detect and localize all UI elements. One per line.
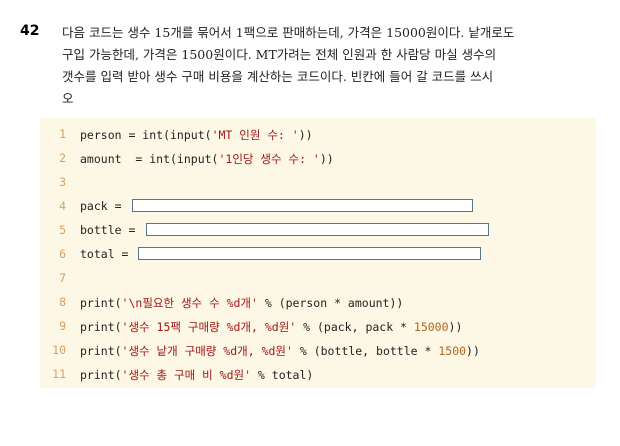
- line-number: 7: [59, 271, 66, 285]
- code-block: 1 person = int(input('MT 인원 수: ')) 2 amo…: [40, 118, 596, 388]
- code-text: pack =: [80, 199, 129, 213]
- code-text: total =: [80, 247, 136, 261]
- code-line: 7: [40, 268, 596, 288]
- line-number: 5: [59, 223, 66, 237]
- code-text: amount = int(input('1인당 생수 수: ')): [80, 152, 334, 166]
- code-text: print('\n필요한 생수 수 %d개' % (person * amoun…: [80, 296, 404, 310]
- total-answer-blank[interactable]: [138, 247, 481, 260]
- question-line: 오: [62, 91, 74, 106]
- code-line: 6 total =: [40, 244, 596, 264]
- line-number: 2: [59, 151, 66, 165]
- question-line: 갯수를 입력 받아 생수 구매 비용을 계산하는 코드이다. 빈칸에 들어 갈 …: [62, 69, 494, 84]
- code-text: print('생수 15팩 구매량 %d개, %d원' % (pack, pac…: [80, 320, 463, 334]
- line-number: 1: [59, 127, 66, 141]
- code-line: 5 bottle =: [40, 220, 596, 240]
- code-line: 1 person = int(input('MT 인원 수: ')): [40, 124, 596, 144]
- code-line: 9 print('생수 15팩 구매량 %d개, %d원' % (pack, p…: [40, 316, 596, 336]
- line-number: 4: [59, 199, 66, 213]
- code-text: person = int(input('MT 인원 수: ')): [80, 128, 313, 142]
- code-line: 2 amount = int(input('1인당 생수 수: ')): [40, 148, 596, 168]
- line-number: 9: [59, 319, 66, 333]
- line-number: 3: [59, 175, 66, 189]
- line-number: 10: [52, 343, 66, 357]
- question-text: 다음 코드는 생수 15개를 묶어서 1팩으로 판매하는데, 가격은 15000…: [62, 22, 602, 110]
- line-number: 8: [59, 295, 66, 309]
- code-text: print('생수 총 구매 비 %d원' % total): [80, 368, 314, 382]
- code-line: 11 print('생수 총 구매 비 %d원' % total): [40, 364, 596, 384]
- pack-answer-blank[interactable]: [132, 199, 473, 212]
- line-number: 11: [52, 367, 66, 381]
- question-number: 42: [20, 23, 40, 39]
- code-line: 3: [40, 172, 596, 192]
- code-text: print('생수 낱개 구매량 %d개, %d원' % (bottle, bo…: [80, 344, 480, 358]
- line-number: 6: [59, 247, 66, 261]
- question-line: 다음 코드는 생수 15개를 묶어서 1팩으로 판매하는데, 가격은 15000…: [62, 25, 515, 40]
- code-line: 10 print('생수 낱개 구매량 %d개, %d원' % (bottle,…: [40, 340, 596, 360]
- code-line: 4 pack =: [40, 196, 596, 216]
- code-line: 8 print('\n필요한 생수 수 %d개' % (person * amo…: [40, 292, 596, 312]
- bottle-answer-blank[interactable]: [146, 223, 489, 236]
- code-text: bottle =: [80, 223, 143, 237]
- question-line: 구입 가능한데, 가격은 1500원이다. MT가려는 전체 인원과 한 사람당…: [62, 47, 497, 62]
